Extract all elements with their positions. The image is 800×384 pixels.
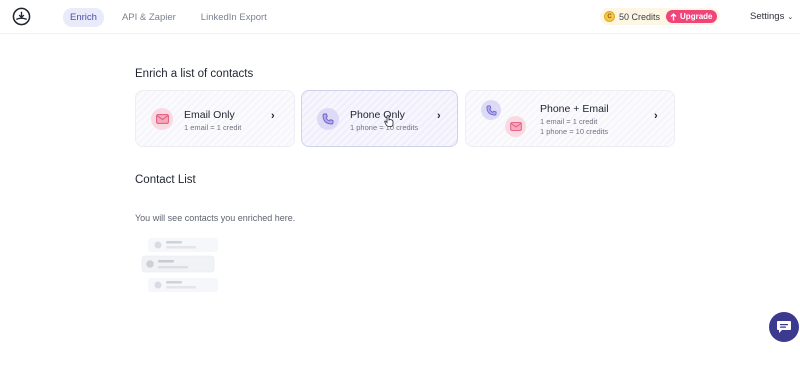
tab-linkedin-export[interactable]: LinkedIn Export bbox=[194, 8, 274, 27]
mail-icon bbox=[505, 116, 526, 137]
empty-contacts-illustration bbox=[141, 238, 218, 292]
empty-state-text: You will see contacts you enriched here. bbox=[135, 213, 296, 223]
option-title: Phone Only bbox=[350, 109, 405, 121]
logo-icon[interactable] bbox=[12, 7, 31, 26]
enrich-section-title: Enrich a list of contacts bbox=[135, 68, 254, 80]
option-price: 1 email = 1 credit bbox=[184, 123, 242, 132]
upgrade-button[interactable]: Upgrade bbox=[666, 10, 718, 23]
phone-icon bbox=[317, 108, 339, 130]
option-price-phone: 1 phone = 10 credits bbox=[540, 127, 609, 136]
settings-label: Settings bbox=[750, 11, 785, 22]
phone-icon bbox=[481, 100, 501, 120]
option-phone-only[interactable]: Phone Only 1 phone = 10 credits › bbox=[301, 90, 458, 147]
tab-api-zapier[interactable]: API & Zapier bbox=[115, 8, 183, 27]
contact-list-title: Contact List bbox=[135, 174, 196, 186]
top-navigation-bar: Enrich API & Zapier LinkedIn Export C 50… bbox=[0, 0, 800, 34]
chevron-right-icon: › bbox=[437, 110, 441, 122]
tab-enrich[interactable]: Enrich bbox=[63, 8, 104, 27]
option-phone-and-email[interactable]: Phone + Email 1 email = 1 credit 1 phone… bbox=[465, 90, 675, 147]
option-email-only[interactable]: Email Only 1 email = 1 credit › bbox=[135, 90, 295, 147]
option-title: Email Only bbox=[184, 109, 235, 121]
main-tabs: Enrich API & Zapier LinkedIn Export bbox=[63, 8, 285, 27]
upgrade-label: Upgrade bbox=[680, 12, 713, 21]
coin-icon: C bbox=[604, 11, 615, 22]
chat-support-button[interactable] bbox=[769, 312, 799, 342]
arrow-up-icon bbox=[670, 12, 677, 20]
hand-cursor-icon bbox=[384, 115, 394, 127]
chevron-down-icon: ⌄ bbox=[787, 13, 794, 21]
option-title: Phone + Email bbox=[540, 103, 609, 115]
chevron-right-icon: › bbox=[271, 110, 275, 122]
credits-badge: C 50 Credits Upgrade bbox=[600, 8, 720, 25]
chat-bubble-icon bbox=[777, 320, 791, 333]
option-price-email: 1 email = 1 credit bbox=[540, 117, 598, 126]
settings-menu[interactable]: Settings ⌄ bbox=[750, 11, 793, 22]
chevron-right-icon: › bbox=[654, 110, 658, 122]
credits-count: 50 Credits bbox=[619, 11, 661, 22]
mail-icon bbox=[151, 108, 173, 130]
